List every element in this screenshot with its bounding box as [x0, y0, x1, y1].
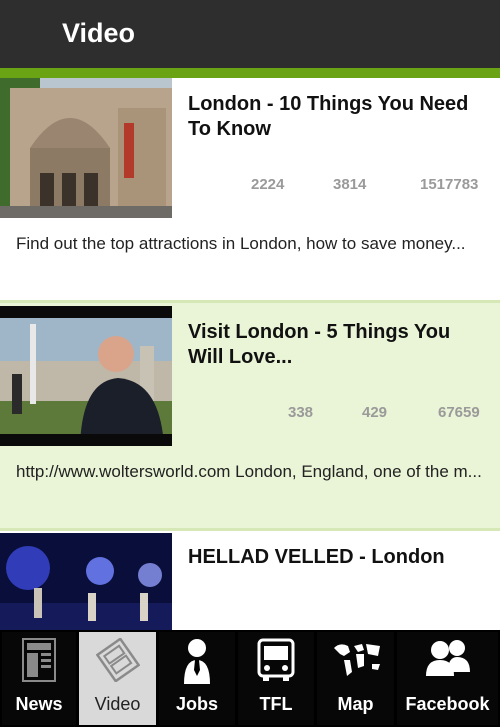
video-item[interactable]: HELLAD VELLED - London: [0, 531, 500, 630]
video-description: Find out the top attractions in London, …: [16, 234, 466, 253]
tab-label: Map: [337, 694, 374, 714]
tab-news[interactable]: News: [2, 632, 76, 725]
top-bar: Video: [0, 0, 500, 68]
tab-jobs[interactable]: Jobs: [159, 632, 235, 725]
tab-label: Video: [94, 694, 141, 714]
video-list: London - 10 Things You Need To Know 2224…: [0, 78, 500, 630]
video-item[interactable]: Visit London - 5 Things You Will Love...…: [0, 303, 500, 531]
video-description: http://www.woltersworld.com London, Engl…: [16, 462, 482, 481]
people-icon: [424, 638, 472, 683]
person-tie-icon: [182, 638, 212, 689]
video-stat: 338: [288, 404, 314, 421]
tab-video[interactable]: Video: [79, 632, 156, 725]
video-item[interactable]: London - 10 Things You Need To Know 2224…: [0, 78, 500, 303]
video-thumbnail[interactable]: [0, 306, 172, 446]
video-stat: 3814: [333, 176, 367, 193]
video-stat: 1517783: [420, 176, 479, 193]
video-title[interactable]: HELLAD VELLED - London: [188, 545, 488, 570]
video-title[interactable]: Visit London - 5 Things You Will Love...: [188, 320, 488, 370]
video-thumbnail[interactable]: [0, 78, 172, 218]
accent-divider: [0, 68, 500, 78]
bus-icon: [256, 638, 296, 687]
page-title: Video: [62, 18, 136, 48]
video-stat: 67659: [438, 404, 480, 421]
world-map-icon: [330, 638, 382, 683]
video-title[interactable]: London - 10 Things You Need To Know: [188, 92, 488, 142]
tab-map[interactable]: Map: [317, 632, 394, 725]
tab-label: News: [15, 694, 63, 714]
newspaper-icon: [22, 638, 56, 687]
video-stat: 429: [362, 404, 388, 421]
tab-facebook[interactable]: Facebook: [397, 632, 498, 725]
video-stat: 2224: [251, 176, 285, 193]
film-icon: [95, 637, 140, 687]
tab-tfl[interactable]: TFL: [238, 632, 314, 725]
bottom-tab-bar: News Video Jobs TFL Map Facebook: [0, 630, 500, 727]
tab-label: Jobs: [175, 694, 218, 714]
video-thumbnail[interactable]: [0, 533, 172, 630]
tab-label: TFL: [259, 694, 293, 714]
tab-label: Facebook: [405, 694, 490, 714]
